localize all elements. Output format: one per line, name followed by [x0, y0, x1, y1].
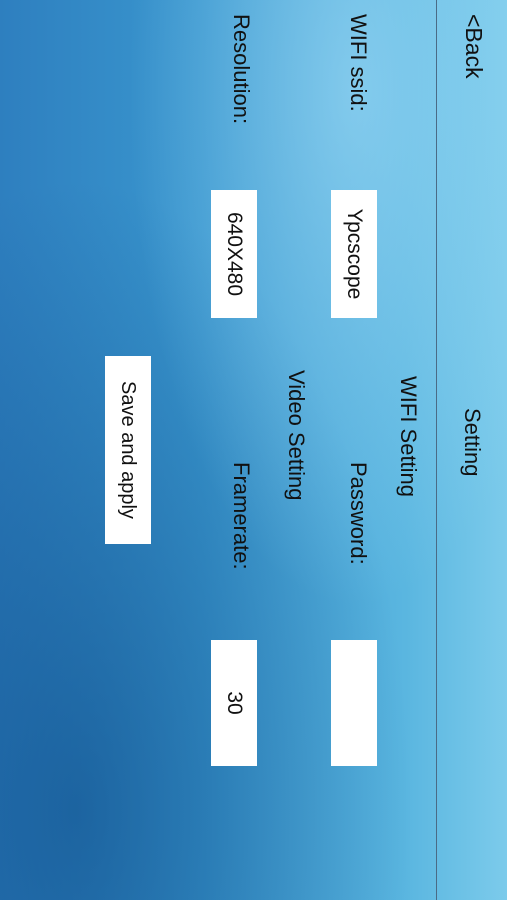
header-divider [436, 0, 437, 900]
framerate-input[interactable]: 30 [211, 640, 257, 766]
password-label: Password: [346, 462, 371, 565]
password-input[interactable] [331, 640, 377, 766]
save-and-apply-button[interactable]: Save and apply [105, 356, 151, 544]
video-section-title: Video Setting [284, 370, 309, 501]
page-title: Setting [460, 408, 485, 477]
back-button[interactable]: <Back [460, 14, 487, 79]
resolution-input[interactable]: 640X480 [211, 190, 257, 318]
framerate-label: Framerate: [229, 462, 254, 570]
settings-screen: <Back Setting WIFI Setting WIFI ssid: Yp… [0, 0, 507, 900]
wifi-ssid-input[interactable]: Ypcscope [331, 190, 377, 318]
wifi-ssid-label: WIFI ssid: [346, 14, 371, 112]
wifi-section-title: WIFI Setting [396, 376, 421, 498]
resolution-label: Resolution: [229, 14, 254, 125]
